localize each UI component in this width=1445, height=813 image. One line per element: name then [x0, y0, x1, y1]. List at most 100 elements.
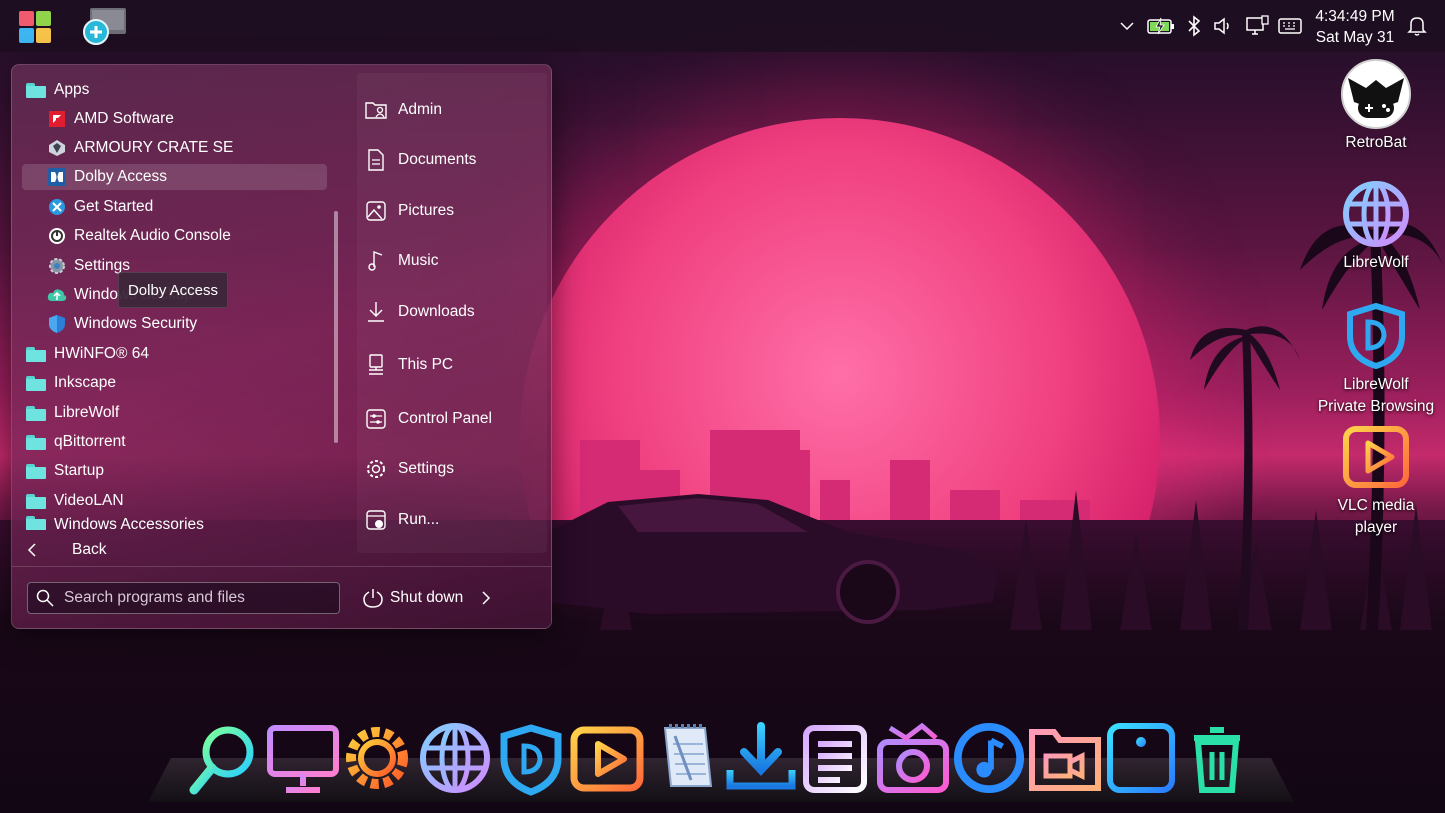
computer-icon	[364, 353, 388, 377]
dock-camera-icon[interactable]	[876, 718, 950, 798]
place-admin[interactable]: Admin	[364, 93, 442, 127]
folder-windows-accessories[interactable]: Windows Accessories	[26, 516, 204, 530]
dock-document-list-icon[interactable]	[800, 718, 874, 798]
windows-logo-icon[interactable]	[19, 11, 51, 43]
menu-divider	[12, 566, 551, 567]
dock-shield-icon[interactable]	[494, 718, 568, 798]
picture-icon	[364, 199, 388, 223]
bell-icon[interactable]	[1405, 14, 1429, 38]
dock-gear-icon[interactable]	[340, 718, 414, 798]
place-label: Run...	[398, 511, 440, 528]
dock-globe-icon[interactable]	[418, 718, 492, 798]
folder-icon	[26, 405, 46, 421]
app-label: Realtek Audio Console	[74, 227, 231, 244]
settings-gear-icon	[47, 256, 67, 276]
taskbar-clock[interactable]: 4:34:49 PM Sat May 31	[1308, 6, 1402, 48]
place-label: This PC	[398, 356, 454, 373]
dock-play-icon[interactable]	[570, 718, 644, 798]
folder-label: qBittorrent	[54, 433, 126, 450]
desktop-icon-label-line2: player	[1354, 519, 1398, 536]
gear-icon	[364, 457, 388, 481]
folder-label: LibreWolf	[54, 404, 120, 421]
folder-icon	[26, 375, 46, 391]
place-music[interactable]: Music	[364, 244, 438, 278]
dock-info-icon[interactable]	[1104, 718, 1178, 798]
folder-librewolf[interactable]: LibreWolf	[26, 400, 119, 426]
taskbar: 4:34:49 PM Sat May 31	[0, 0, 1445, 52]
place-label: Downloads	[398, 303, 475, 320]
wallpaper-car	[548, 494, 998, 624]
battery-charging-icon[interactable]	[1147, 14, 1175, 38]
folder-label: Startup	[54, 462, 104, 479]
place-pictures[interactable]: Pictures	[364, 194, 454, 228]
place-this-pc[interactable]: This PC	[364, 348, 453, 382]
dock-download-icon[interactable]	[724, 718, 798, 798]
dock-notepad-icon[interactable]	[648, 718, 722, 798]
app-realtek-audio[interactable]: Realtek Audio Console	[47, 223, 231, 249]
place-label: Music	[398, 252, 439, 269]
place-run[interactable]: Run...	[364, 503, 439, 537]
app-armoury-crate[interactable]: ARMOURY CRATE SE	[47, 135, 233, 161]
place-label: Control Panel	[398, 410, 492, 427]
chevron-up-icon[interactable]	[1115, 14, 1139, 38]
folder-hwinfo[interactable]: HWiNFO® 64	[26, 341, 149, 367]
play-icon	[1343, 426, 1409, 488]
place-control-panel[interactable]: Control Panel	[364, 402, 492, 436]
shutdown-button[interactable]: Shut down	[362, 582, 502, 614]
wallpaper-palm-right	[1190, 326, 1300, 630]
dock-search-icon[interactable]	[186, 718, 260, 798]
folder-startup[interactable]: Startup	[26, 458, 104, 484]
magnifier-app-icon[interactable]	[82, 8, 126, 46]
app-get-started[interactable]: Get Started	[47, 194, 153, 220]
folder-label: Inkscape	[54, 374, 117, 391]
folder-icon	[26, 493, 46, 509]
search-box[interactable]	[27, 582, 340, 614]
folder-qbittorrent[interactable]: qBittorrent	[26, 429, 126, 455]
desktop-icon-librewolf[interactable]: LibreWolf	[1316, 178, 1436, 274]
dock-video-folder-icon[interactable]	[1028, 718, 1102, 798]
place-label: Pictures	[398, 202, 454, 219]
app-label: ARMOURY CRATE SE	[74, 139, 234, 156]
place-label: Documents	[398, 151, 477, 168]
place-downloads[interactable]: Downloads	[364, 295, 475, 329]
desktop-icon-label-line2: Private Browsing	[1317, 398, 1435, 415]
bluetooth-icon[interactable]	[1182, 14, 1206, 38]
dock-monitor-icon[interactable]	[266, 718, 340, 798]
search-input[interactable]	[62, 588, 326, 608]
program-tree: Apps AMD Software ARMOURY CRATE SE Dolby…	[12, 65, 348, 535]
desktop-icon-vlc[interactable]: VLC media player	[1316, 421, 1436, 539]
app-windows-security[interactable]: Windows Security	[47, 311, 197, 337]
get-started-icon	[47, 197, 67, 217]
app-dolby-access[interactable]: Dolby Access	[22, 164, 327, 190]
dock-trash-icon[interactable]	[1180, 718, 1254, 798]
music-note-icon	[364, 249, 388, 273]
folder-label: Apps	[54, 81, 90, 98]
app-label: Windows Security	[74, 315, 198, 332]
back-button[interactable]: Back	[26, 535, 346, 565]
folder-videolan[interactable]: VideoLAN	[26, 488, 124, 514]
folder-apps[interactable]: Apps	[26, 77, 89, 103]
tree-scrollbar[interactable]	[334, 211, 338, 443]
place-documents[interactable]: Documents	[364, 143, 476, 177]
dock-music-icon[interactable]	[952, 718, 1026, 798]
folder-icon	[26, 346, 46, 362]
place-settings[interactable]: Settings	[364, 452, 454, 486]
armoury-crate-icon	[47, 138, 67, 158]
keyboard-icon[interactable]	[1278, 14, 1302, 38]
globe-icon	[1343, 181, 1409, 247]
app-amd-software[interactable]: AMD Software	[47, 106, 174, 132]
folder-icon	[26, 516, 46, 530]
place-label: Settings	[398, 460, 455, 477]
desktop-icon-retrobat[interactable]: RetroBat	[1316, 58, 1436, 154]
volume-icon[interactable]	[1212, 14, 1236, 38]
desktop-icon-librewolf-private[interactable]: LibreWolf Private Browsing	[1316, 300, 1436, 418]
tooltip: Dolby Access	[118, 272, 228, 308]
retrobat-icon	[1341, 59, 1411, 129]
desktop-icon-label: VLC media	[1337, 497, 1415, 514]
folder-label: Windows Accessories	[54, 516, 204, 530]
display-icon[interactable]	[1245, 14, 1269, 38]
folder-inkscape[interactable]: Inkscape	[26, 370, 116, 396]
chevron-left-icon	[26, 543, 58, 557]
shutdown-label: Shut down	[390, 589, 464, 606]
chevron-right-icon[interactable]	[481, 591, 491, 605]
